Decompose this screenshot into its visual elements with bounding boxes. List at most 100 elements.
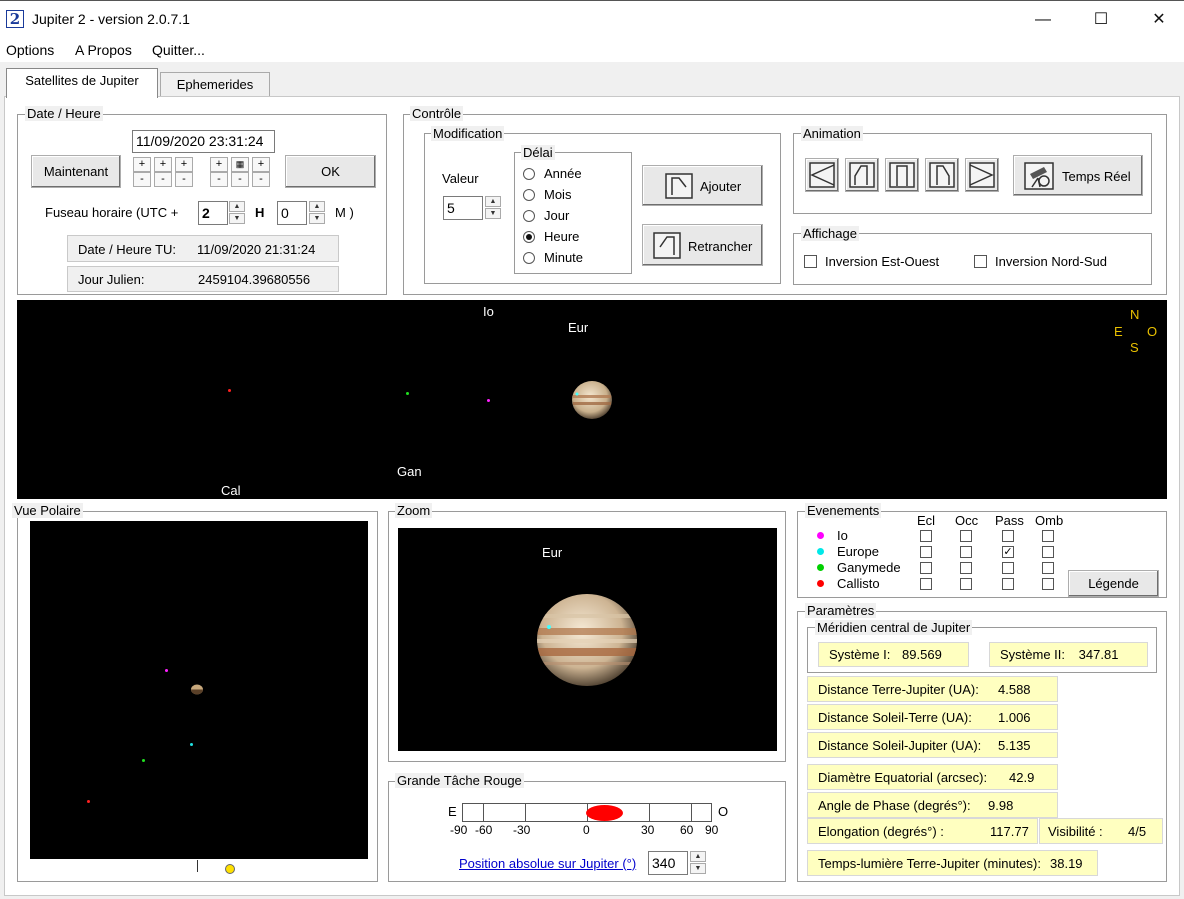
great-red-spot-marker xyxy=(586,805,623,821)
event-checkbox[interactable] xyxy=(1002,578,1014,590)
sky-view[interactable]: Io Eur Gan Cal N E O S xyxy=(17,300,1167,499)
tz-hours-down[interactable]: ▼ xyxy=(229,213,245,224)
modification-label: Modification xyxy=(431,126,505,141)
timezone-label: Fuseau horaire (UTC + xyxy=(45,205,179,220)
tab-satellites[interactable]: Satellites de Jupiter xyxy=(6,68,158,98)
systeme2-readout: Système II: 347.81 xyxy=(989,642,1148,667)
elongation-label: Elongation (degrés°) : xyxy=(818,824,944,839)
param-value: 9.98 xyxy=(988,798,1014,813)
inversion-eo-label: Inversion Est-Ouest xyxy=(825,254,940,269)
window-title: Jupiter 2 - version 2.0.7.1 xyxy=(32,11,190,27)
polar-view[interactable] xyxy=(30,521,368,859)
tz-hours-input[interactable]: 2 xyxy=(198,201,228,225)
menu-options[interactable]: Options xyxy=(6,42,54,58)
tz-minutes-up[interactable]: ▲ xyxy=(309,201,325,212)
gtr-position-input[interactable]: 340 xyxy=(648,851,688,875)
tab-ephemerides[interactable]: Ephemerides xyxy=(160,72,270,98)
delai-label: Délai xyxy=(521,145,555,160)
gtr-tick-m30: -30 xyxy=(513,823,531,837)
anim-fast-forward-button[interactable] xyxy=(965,158,999,192)
gtr-position-up[interactable]: ▲ xyxy=(690,851,706,862)
year-minus-button[interactable]: - xyxy=(175,172,193,187)
date-heure-label: Date / Heure xyxy=(25,106,103,121)
radio-heure[interactable] xyxy=(523,231,535,243)
event-checkbox[interactable] xyxy=(920,562,932,574)
event-checkbox[interactable] xyxy=(1042,530,1054,542)
radio-annee[interactable] xyxy=(523,168,535,180)
radio-jour[interactable] xyxy=(523,210,535,222)
event-checkbox[interactable]: ✓ xyxy=(1002,546,1014,558)
minute-minus-button[interactable]: - xyxy=(231,172,249,187)
compass-o: O xyxy=(1147,324,1158,339)
tz-minutes-down[interactable]: ▼ xyxy=(309,213,325,224)
param-readout: Distance Soleil-Terre (UA): 1.006 xyxy=(807,704,1058,730)
event-checkbox[interactable] xyxy=(1042,562,1054,574)
temps-reel-button[interactable]: Temps Réel xyxy=(1013,155,1143,196)
second-minus-button[interactable]: - xyxy=(252,172,270,187)
ok-button[interactable]: OK xyxy=(285,155,376,188)
valeur-input[interactable]: 5 xyxy=(443,196,483,220)
zoom-view[interactable]: Eur xyxy=(398,528,777,751)
menu-quitter[interactable]: Quitter... xyxy=(152,42,205,58)
anim-step-forward-button[interactable] xyxy=(925,158,959,192)
event-checkbox[interactable] xyxy=(1042,578,1054,590)
anim-fast-backward-button[interactable] xyxy=(805,158,839,192)
hour-minus-button[interactable]: - xyxy=(210,172,228,187)
temps-lumiere-value: 38.19 xyxy=(1050,856,1083,871)
inversion-ns-checkbox[interactable] xyxy=(974,255,987,268)
year-plus-button[interactable]: + xyxy=(175,157,193,172)
animation-label: Animation xyxy=(801,126,863,141)
second-plus-button[interactable]: + xyxy=(252,157,270,172)
radio-mois[interactable] xyxy=(523,189,535,201)
position-absolue-link[interactable]: Position absolue sur Jupiter (°) xyxy=(459,856,636,871)
event-checkbox[interactable] xyxy=(960,530,972,542)
gtr-tick-60: 60 xyxy=(680,823,694,837)
event-checkbox[interactable] xyxy=(960,562,972,574)
tz-minutes-input[interactable]: 0 xyxy=(277,201,307,225)
param-label: Distance Soleil-Jupiter (UA): xyxy=(818,738,982,753)
gtr-position-down[interactable]: ▼ xyxy=(690,863,706,874)
event-checkbox[interactable] xyxy=(960,578,972,590)
systeme1-value: 89.569 xyxy=(902,647,942,662)
gtr-tick-0: 0 xyxy=(583,823,590,837)
valeur-down[interactable]: ▼ xyxy=(485,208,501,219)
hour-plus-button[interactable]: + xyxy=(210,157,228,172)
inversion-eo-checkbox[interactable] xyxy=(804,255,817,268)
minimize-button[interactable]: — xyxy=(1020,1,1066,39)
tz-hours-up[interactable]: ▲ xyxy=(229,201,245,212)
anim-step-backward-button[interactable] xyxy=(845,158,879,192)
radio-minute[interactable] xyxy=(523,252,535,264)
event-checkbox[interactable] xyxy=(1002,530,1014,542)
month-minus-button[interactable]: - xyxy=(154,172,172,187)
day-minus-button[interactable]: - xyxy=(133,172,151,187)
close-button[interactable]: ✕ xyxy=(1136,1,1182,39)
valeur-up[interactable]: ▲ xyxy=(485,196,501,207)
event-checkbox[interactable] xyxy=(1002,562,1014,574)
event-checkbox[interactable] xyxy=(920,578,932,590)
telescope-icon xyxy=(1024,162,1054,190)
param-rows: Distance Terre-Jupiter (UA): 4.588 Distanc… xyxy=(807,676,1059,818)
anim-stop-button[interactable] xyxy=(885,158,919,192)
maintenant-button[interactable]: Maintenant xyxy=(31,155,121,188)
retrancher-button[interactable]: Retrancher xyxy=(642,224,763,266)
europa-label: Eur xyxy=(568,320,589,335)
month-plus-button[interactable]: + xyxy=(154,157,172,172)
day-plus-button[interactable]: + xyxy=(133,157,151,172)
polar-io-dot xyxy=(165,669,168,672)
legende-button[interactable]: Légende xyxy=(1068,570,1159,597)
julian-readout: Jour Julien: 2459104.39680556 xyxy=(67,266,339,292)
ajouter-button[interactable]: Ajouter xyxy=(642,165,763,206)
param-value: 1.006 xyxy=(998,710,1031,725)
menu-a-propos[interactable]: A Propos xyxy=(75,42,132,58)
systeme2-value: 347.81 xyxy=(1078,647,1119,662)
maximize-button[interactable]: ☐ xyxy=(1078,1,1124,39)
datetime-input[interactable]: 11/09/2020 23:31:24 xyxy=(132,130,275,153)
grid-icon[interactable]: ▦ xyxy=(231,157,249,172)
event-checkbox[interactable] xyxy=(920,546,932,558)
event-checkbox[interactable] xyxy=(960,546,972,558)
gtr-tick-line xyxy=(525,804,526,822)
event-checkbox[interactable] xyxy=(1042,546,1054,558)
ganymede-dot xyxy=(406,392,409,395)
event-checkbox[interactable] xyxy=(920,530,932,542)
param-readout: Angle de Phase (degrés°): 9.98 xyxy=(807,792,1058,818)
